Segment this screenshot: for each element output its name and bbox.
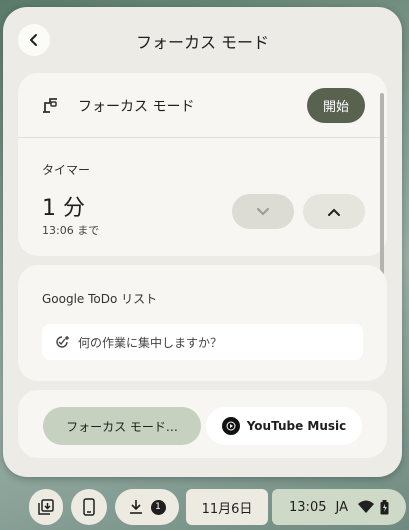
date-button[interactable]: 11月6日 — [186, 489, 268, 525]
chevron-down-icon — [257, 207, 269, 215]
focus-timer-card: フォーカス モード 開始 タイマー 1 分 13:06 まで — [18, 73, 387, 323]
tasks-card: Google ToDo リスト 何の作業に集中しますか？ — [18, 265, 387, 381]
holding-space-button[interactable] — [29, 489, 63, 525]
downloads-count-badge: 1 — [150, 499, 166, 515]
page-title: フォーカス モード — [135, 33, 270, 52]
date-label: 11月6日 — [201, 501, 253, 517]
phone-icon — [83, 498, 95, 516]
focus-mode-row: フォーカス モード 開始 — [18, 73, 387, 138]
task-input[interactable]: 何の作業に集中しますか？ — [42, 324, 363, 360]
sounds-card: フォーカス モード… YouTube Music — [18, 390, 387, 458]
tasks-title: Google ToDo リスト — [42, 292, 158, 306]
tab-label: フォーカス モード… — [66, 419, 178, 434]
tab-focus-sounds[interactable]: フォーカス モード… — [43, 407, 201, 445]
tab-youtube-music[interactable]: YouTube Music — [206, 407, 362, 445]
downloads-button[interactable]: 1 — [115, 489, 179, 525]
increase-timer-button[interactable] — [303, 194, 365, 229]
holding-space-icon — [38, 499, 54, 515]
focus-mode-panel: フォーカス モード フォーカス モード 開始 タイマー 1 分 13:06 まで — [3, 7, 402, 477]
timer-value: 1 分 — [42, 196, 85, 221]
ime-label: JA — [335, 499, 348, 515]
decrease-timer-button[interactable] — [232, 194, 294, 229]
panel-header: フォーカス モード — [3, 7, 402, 71]
shelf: 1 11月6日 13:05 JA — [0, 483, 409, 530]
tab-label: YouTube Music — [246, 419, 347, 433]
phone-hub-button[interactable] — [71, 489, 107, 525]
timer-label: タイマー — [42, 163, 91, 177]
start-button[interactable]: 開始 — [307, 88, 365, 123]
focus-mode-label: フォーカス モード — [78, 99, 195, 115]
task-input-placeholder: 何の作業に集中しますか？ — [78, 335, 223, 350]
battery-icon — [380, 499, 389, 514]
focus-mode-icon — [43, 98, 57, 113]
task-add-icon — [56, 336, 69, 348]
timer-end-time: 13:06 まで — [42, 224, 100, 237]
youtube-music-icon — [221, 417, 240, 435]
status-area-button[interactable]: 13:05 JA — [272, 489, 406, 525]
chevron-up-icon — [328, 208, 340, 216]
download-icon — [129, 500, 142, 514]
wifi-icon — [357, 500, 374, 513]
time-label: 13:05 — [289, 499, 327, 515]
